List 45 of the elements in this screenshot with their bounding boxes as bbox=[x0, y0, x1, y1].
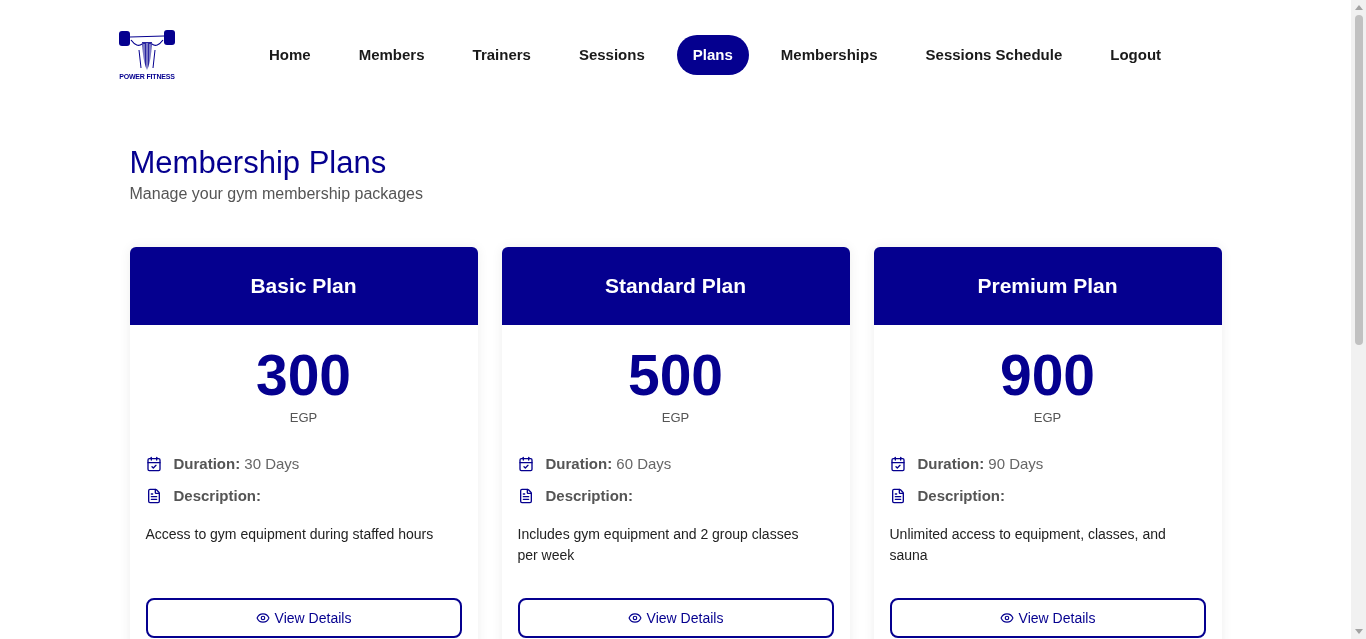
document-icon bbox=[889, 488, 906, 504]
scrollbar-thumb[interactable] bbox=[1354, 15, 1363, 345]
eye-icon bbox=[255, 611, 270, 625]
currency-label: EGP bbox=[1033, 409, 1062, 427]
document-icon bbox=[145, 488, 162, 504]
nav-link[interactable]: Trainers bbox=[456, 35, 547, 75]
calendar-check-icon bbox=[889, 456, 906, 472]
plan-title: Premium Plan bbox=[977, 273, 1118, 299]
scroll-up-icon[interactable] bbox=[1354, 5, 1363, 10]
view-details-button[interactable]: View Details bbox=[889, 598, 1206, 638]
nav-link[interactable]: Memberships bbox=[764, 35, 894, 75]
duration-text: Duration: 30 Days bbox=[173, 454, 300, 474]
description-label: Description: bbox=[917, 486, 1005, 506]
view-details-button[interactable]: View Details bbox=[145, 598, 462, 638]
nav-link[interactable]: Sessions Schedule bbox=[909, 35, 1079, 75]
nav-link[interactable]: Home bbox=[253, 35, 327, 75]
plan-description: Access to gym equipment during staffed hours bbox=[145, 525, 435, 544]
plan-price: 500 bbox=[627, 347, 724, 404]
eye-icon bbox=[999, 611, 1014, 625]
calendar-check-icon bbox=[517, 456, 534, 472]
plan-price: 900 bbox=[999, 347, 1096, 404]
plan-title: Standard Plan bbox=[604, 273, 747, 299]
scrollbar[interactable] bbox=[1351, 0, 1366, 639]
duration-text: Duration: 60 Days bbox=[545, 454, 672, 474]
currency-label: EGP bbox=[289, 409, 318, 427]
nav-link[interactable]: Members bbox=[342, 35, 441, 75]
description-label: Description: bbox=[545, 486, 633, 506]
currency-label: EGP bbox=[661, 409, 690, 427]
plan-description: Includes gym equipment and 2 group classes per week bbox=[517, 525, 800, 565]
duration-text: Duration: 90 Days bbox=[917, 454, 1044, 474]
nav-link[interactable]: Sessions bbox=[562, 35, 661, 75]
plan-title: Basic Plan bbox=[250, 273, 357, 299]
page-title: Membership Plans bbox=[129, 145, 387, 181]
plan-description: Unlimited access to equipment, classes, and sauna bbox=[889, 525, 1167, 565]
page-subtitle: Manage your gym membership packages bbox=[129, 184, 423, 204]
view-details-button[interactable]: View Details bbox=[517, 598, 834, 638]
logo-drawing bbox=[117, 28, 177, 72]
calendar-check-icon bbox=[145, 456, 162, 472]
nav-link[interactable]: Plans bbox=[676, 35, 749, 75]
scroll-down-icon[interactable] bbox=[1354, 629, 1363, 634]
description-label: Description: bbox=[173, 486, 261, 506]
plan-price: 300 bbox=[255, 347, 352, 404]
nav-link[interactable]: Logout bbox=[1094, 35, 1178, 75]
document-icon bbox=[517, 488, 534, 504]
eye-icon bbox=[627, 611, 642, 625]
